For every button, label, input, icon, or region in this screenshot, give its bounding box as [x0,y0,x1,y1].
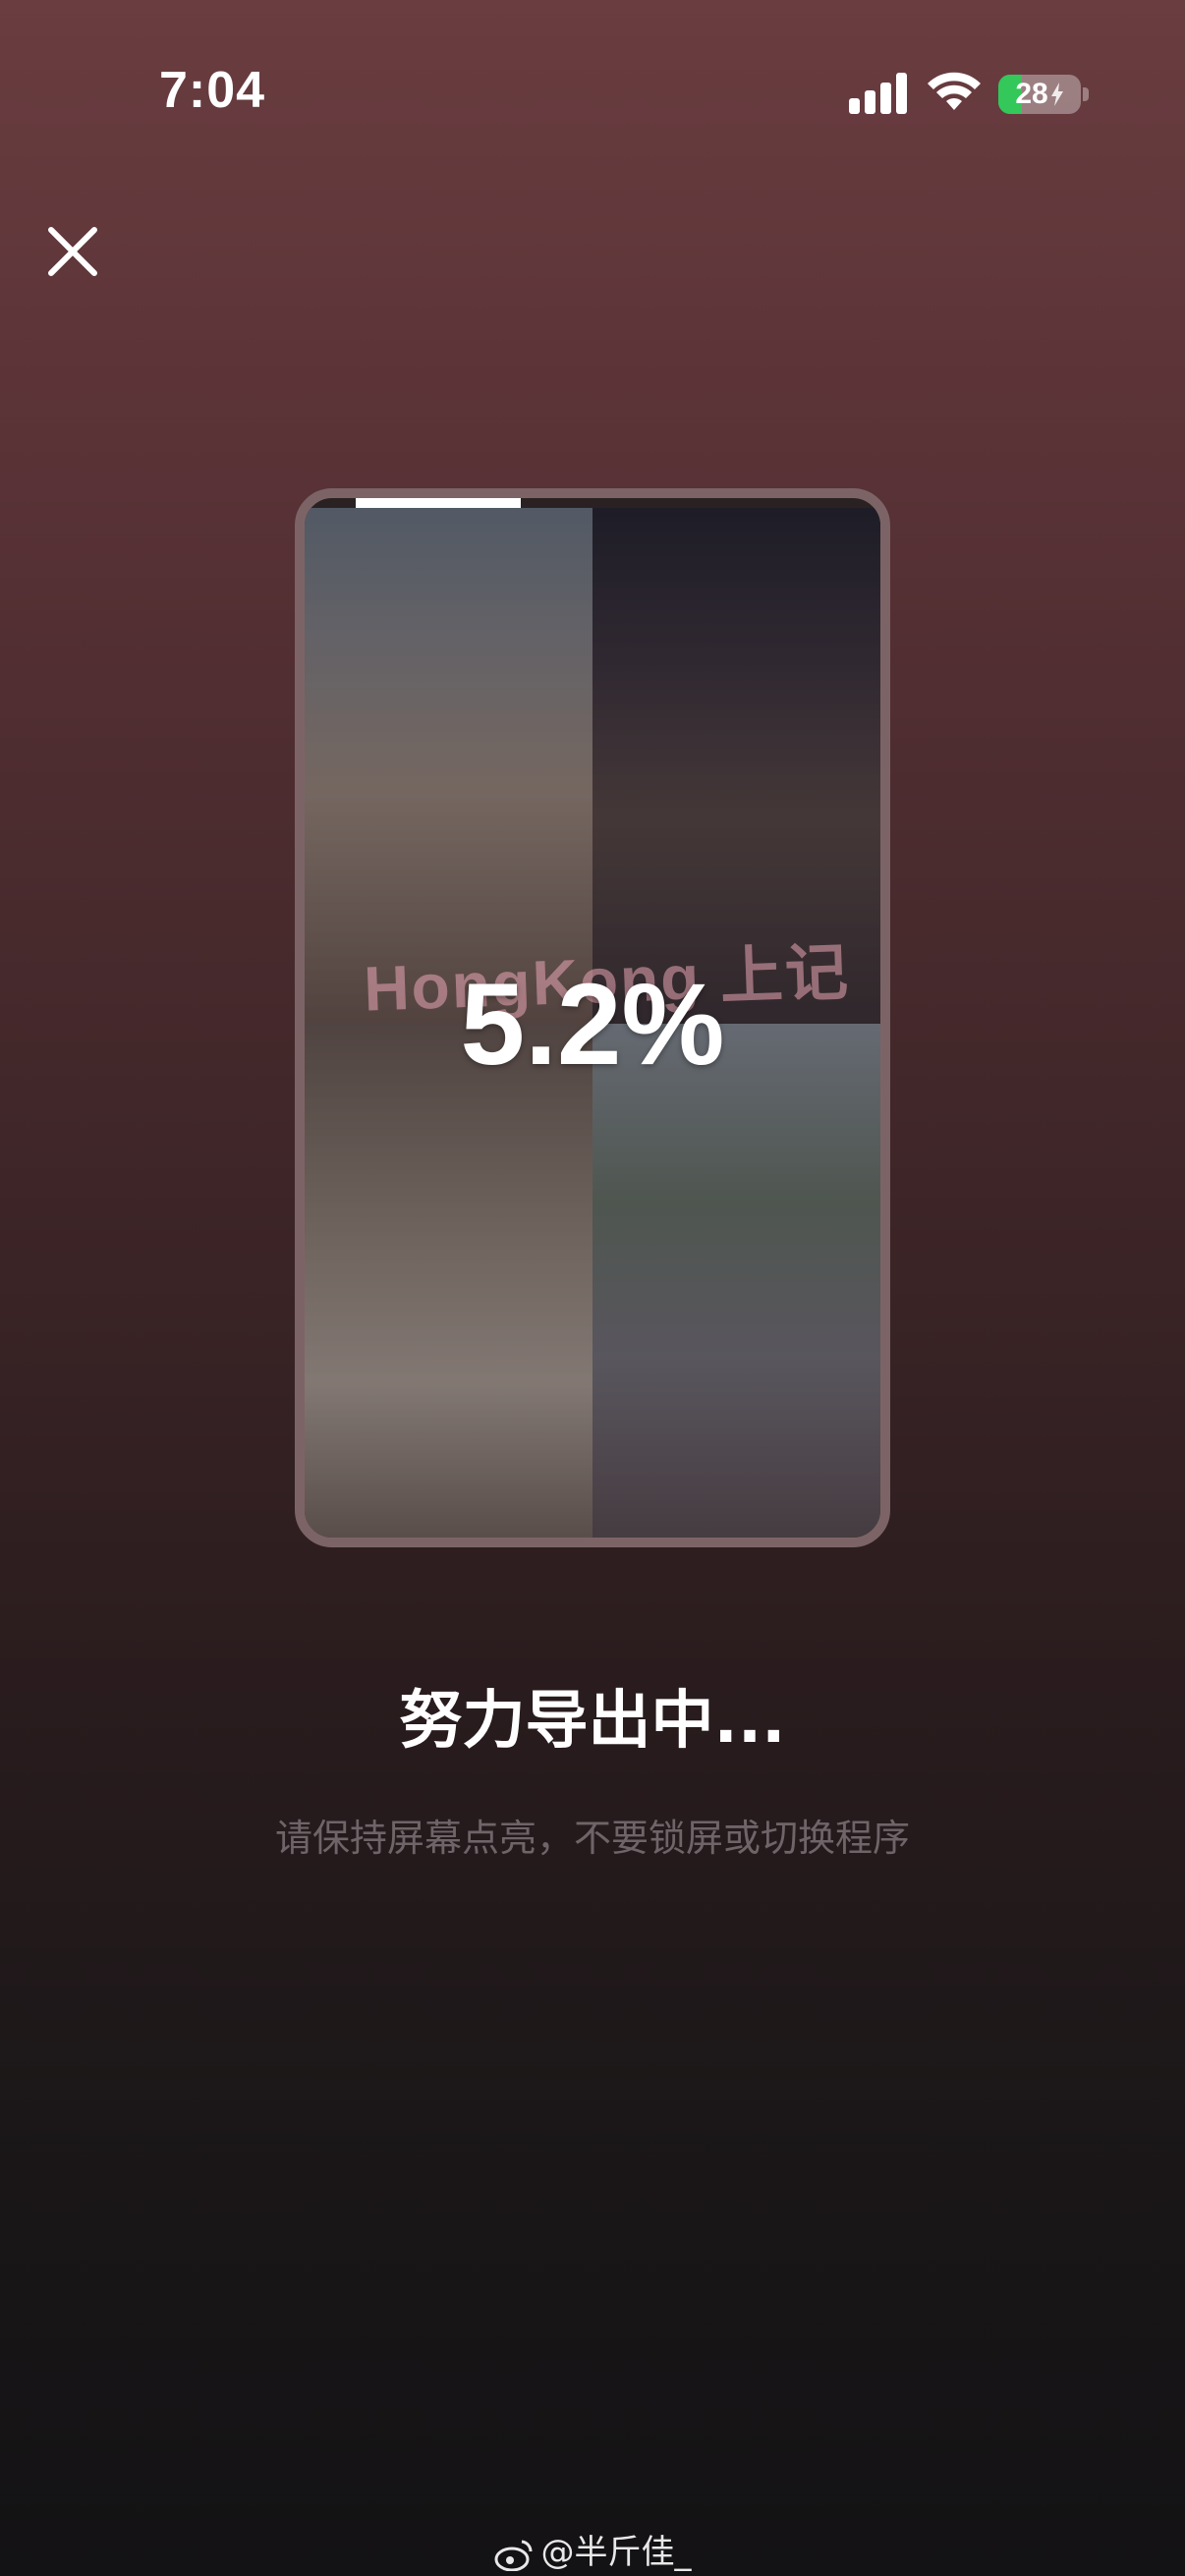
charging-bolt-icon [1050,83,1063,106]
export-progress-fill [356,498,521,508]
export-preview-card: HongKong 上记 5.2% [295,488,890,1547]
cellular-signal-icon [849,71,908,114]
watermark: @半斤佳_ [0,2525,1185,2573]
photo-two-friends [592,1024,880,1538]
battery-indicator: 28 [998,75,1081,114]
wifi-icon [928,72,981,110]
photo-food-table [305,1024,592,1538]
weibo-icon [494,2540,533,2571]
export-status-subtitle: 请保持屏幕点亮，不要锁屏或切换程序 [274,1817,910,1860]
export-progress-percent: 5.2% [460,960,725,1090]
close-icon [48,227,97,276]
export-progress-track [305,498,880,510]
status-time: 7:04 [159,62,266,119]
battery-cap [1083,87,1089,101]
watermark-text: @半斤佳_ [540,2533,692,2572]
close-button[interactable] [43,222,102,281]
battery-level: 28 [1015,78,1048,110]
export-status-title: 努力导出中... [399,1685,786,1758]
status-bar: 7:04 28 [0,0,1185,177]
